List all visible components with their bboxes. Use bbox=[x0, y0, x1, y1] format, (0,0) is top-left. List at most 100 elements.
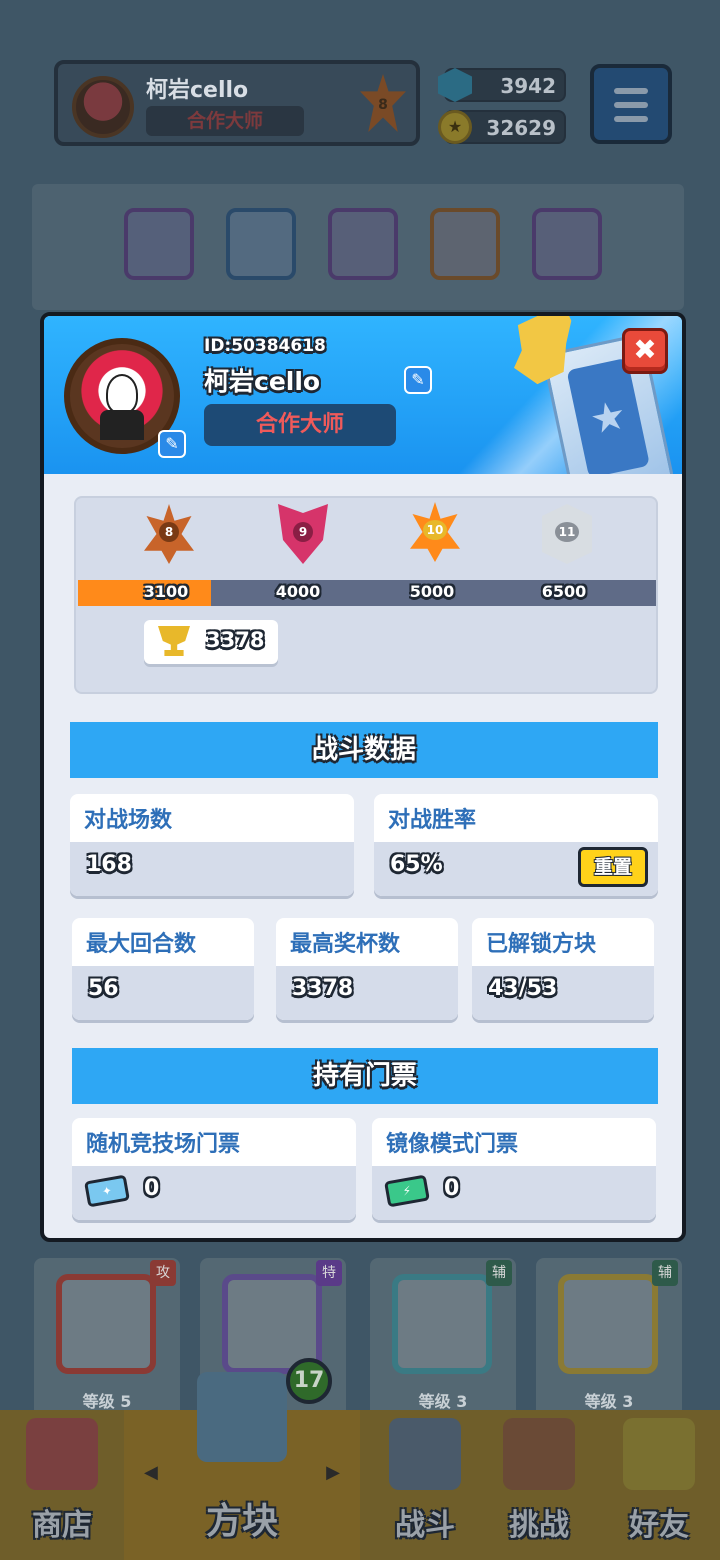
nav-battle-label: 战斗 bbox=[395, 1508, 455, 1543]
menu-icon-line bbox=[614, 102, 648, 108]
current-trophies: 3378 bbox=[144, 620, 278, 664]
stat-value-row: 168 bbox=[70, 842, 354, 896]
stat-win-rate: 对战胜率 65% 重置 bbox=[374, 794, 658, 896]
trophy-icon bbox=[158, 626, 190, 656]
stat-value-row: 65% 重置 bbox=[374, 842, 658, 896]
stat-value: 56 bbox=[88, 976, 119, 1001]
block-card-art bbox=[392, 1274, 492, 1374]
stat-label: 最高奖杯数 bbox=[290, 932, 401, 957]
deck-slot bbox=[430, 208, 500, 280]
bottom-nav: 商店 ◀ ▶ 方块 战斗 挑战 好友 bbox=[0, 1372, 720, 1560]
block-icon bbox=[197, 1372, 287, 1462]
stat-label: 对战胜率 bbox=[388, 808, 477, 833]
nav-blocks-label: 方块 bbox=[205, 1501, 278, 1542]
plaque-star-icon: ★ bbox=[566, 357, 650, 474]
block-type-badge: 攻 bbox=[150, 1260, 176, 1286]
block-card: 辅 等级 3 bbox=[370, 1258, 516, 1418]
stat-value-row: 43/53 bbox=[472, 966, 654, 1020]
menu-icon-line bbox=[614, 88, 648, 94]
rank-threshold: 6500 bbox=[541, 582, 587, 601]
tickets-heading: 持有门票 bbox=[72, 1048, 658, 1104]
block-type-badge: 辅 bbox=[652, 1260, 678, 1286]
deck-count-badge: 17 bbox=[286, 1358, 332, 1404]
coin-icon: ★ bbox=[438, 110, 472, 144]
block-level: 等级 3 bbox=[584, 1392, 634, 1411]
nav-challenge-label: 挑战 bbox=[509, 1508, 569, 1543]
profile-modal: ★ ✖ ✎ ID:50384618 柯岩cello ✎ 合作大师 8 9 10 … bbox=[40, 312, 686, 1242]
stat-label: 对战场数 bbox=[84, 808, 173, 833]
menu-button bbox=[590, 64, 672, 144]
rank-threshold: 3100 bbox=[143, 582, 189, 601]
stat-value-row: 56 bbox=[72, 966, 254, 1020]
stat-max-rounds: 最大回合数 56 bbox=[72, 918, 254, 1020]
rank-badge-number: 9 bbox=[293, 522, 313, 542]
top-rank-badge: 8 bbox=[360, 74, 406, 132]
gem-counter: 3942 bbox=[438, 68, 566, 102]
nav-blocks: ◀ ▶ 方块 bbox=[124, 1372, 360, 1560]
edit-avatar-button[interactable]: ✎ bbox=[158, 430, 186, 458]
nav-shop: 商店 bbox=[0, 1410, 124, 1560]
reset-win-rate-button[interactable]: 重置 bbox=[578, 847, 648, 887]
gem-value: 3942 bbox=[500, 74, 556, 98]
rank-badge-8-icon: 8 bbox=[144, 504, 194, 564]
block-card-art bbox=[558, 1274, 658, 1374]
deck-slot bbox=[124, 208, 194, 280]
block-card: 攻 等级 5 bbox=[34, 1258, 180, 1418]
ticket-count: 0 bbox=[444, 1176, 460, 1201]
ticket-count: 0 bbox=[144, 1176, 160, 1201]
deck-slot bbox=[328, 208, 398, 280]
block-type-badge: 辅 bbox=[486, 1260, 512, 1286]
battle-data-heading: 战斗数据 bbox=[70, 722, 658, 778]
rank-badge-number: 8 bbox=[159, 522, 179, 542]
coin-counter: ★ 32629 bbox=[438, 110, 566, 144]
stat-value: 65% bbox=[390, 852, 443, 877]
player-name: 柯岩cello bbox=[204, 367, 321, 396]
arena-ticket-icon: ✦ bbox=[84, 1174, 130, 1208]
top-player-title: 合作大师 bbox=[146, 106, 304, 136]
shop-icon bbox=[26, 1418, 98, 1490]
stat-unlocked-blocks: 已解锁方块 43/53 bbox=[472, 918, 654, 1020]
block-type-badge: 特 bbox=[316, 1260, 342, 1286]
deck-slot bbox=[532, 208, 602, 280]
rank-threshold: 5000 bbox=[409, 582, 455, 601]
profile-header: ★ ✖ ✎ ID:50384618 柯岩cello ✎ 合作大师 bbox=[44, 316, 682, 474]
gem-icon bbox=[438, 68, 472, 102]
nav-friends-label: 好友 bbox=[629, 1508, 689, 1543]
stat-value: 3378 bbox=[292, 976, 354, 1001]
block-level: 等级 3 bbox=[418, 1392, 468, 1411]
avatar-body bbox=[100, 410, 144, 440]
player-title[interactable]: 合作大师 bbox=[204, 404, 396, 446]
ticket-label: 随机竞技场门票 bbox=[86, 1132, 241, 1157]
stat-total-matches: 对战场数 168 bbox=[70, 794, 354, 896]
nav-shop-label: 商店 bbox=[32, 1508, 92, 1543]
rank-badge-10-icon: 10 bbox=[410, 502, 460, 562]
stat-max-trophies: 最高奖杯数 3378 bbox=[276, 918, 458, 1020]
stat-value: 168 bbox=[86, 852, 132, 877]
top-avatar bbox=[72, 76, 134, 138]
stat-value: 43/53 bbox=[488, 976, 558, 1001]
mirror-ticket-icon: ⚡ bbox=[384, 1174, 430, 1208]
ticket-value-row: ✦ 0 bbox=[72, 1166, 356, 1220]
top-player-name: 柯岩cello bbox=[146, 78, 249, 103]
deck-panel bbox=[32, 184, 684, 310]
nav-challenge: 挑战 bbox=[480, 1410, 598, 1560]
battle-icon bbox=[389, 1418, 461, 1490]
rank-badge-number: 10 bbox=[423, 520, 447, 540]
edit-name-button[interactable]: ✎ bbox=[404, 366, 432, 394]
player-id: ID:50384618 bbox=[204, 336, 326, 356]
rank-badge-number: 11 bbox=[555, 522, 579, 542]
ticket-mirror-mode: 镜像模式门票 ⚡ 0 bbox=[372, 1118, 656, 1220]
stat-label: 最大回合数 bbox=[86, 932, 197, 957]
nav-arrow-right-icon: ▶ bbox=[326, 1462, 340, 1483]
block-level: 等级 5 bbox=[82, 1392, 132, 1411]
nav-arrow-left-icon: ◀ bbox=[144, 1462, 158, 1483]
ticket-label: 镜像模式门票 bbox=[386, 1132, 519, 1157]
close-button[interactable]: ✖ bbox=[622, 328, 668, 374]
nav-friends: 好友 bbox=[598, 1410, 720, 1560]
top-player-card: 柯岩cello 合作大师 8 bbox=[54, 60, 420, 146]
rank-progress-bar: 3100 4000 5000 6500 bbox=[78, 580, 656, 606]
block-card-art bbox=[56, 1274, 156, 1374]
nav-battle: 战斗 bbox=[364, 1410, 486, 1560]
challenge-icon bbox=[503, 1418, 575, 1490]
block-card: 辅 等级 3 bbox=[536, 1258, 682, 1418]
